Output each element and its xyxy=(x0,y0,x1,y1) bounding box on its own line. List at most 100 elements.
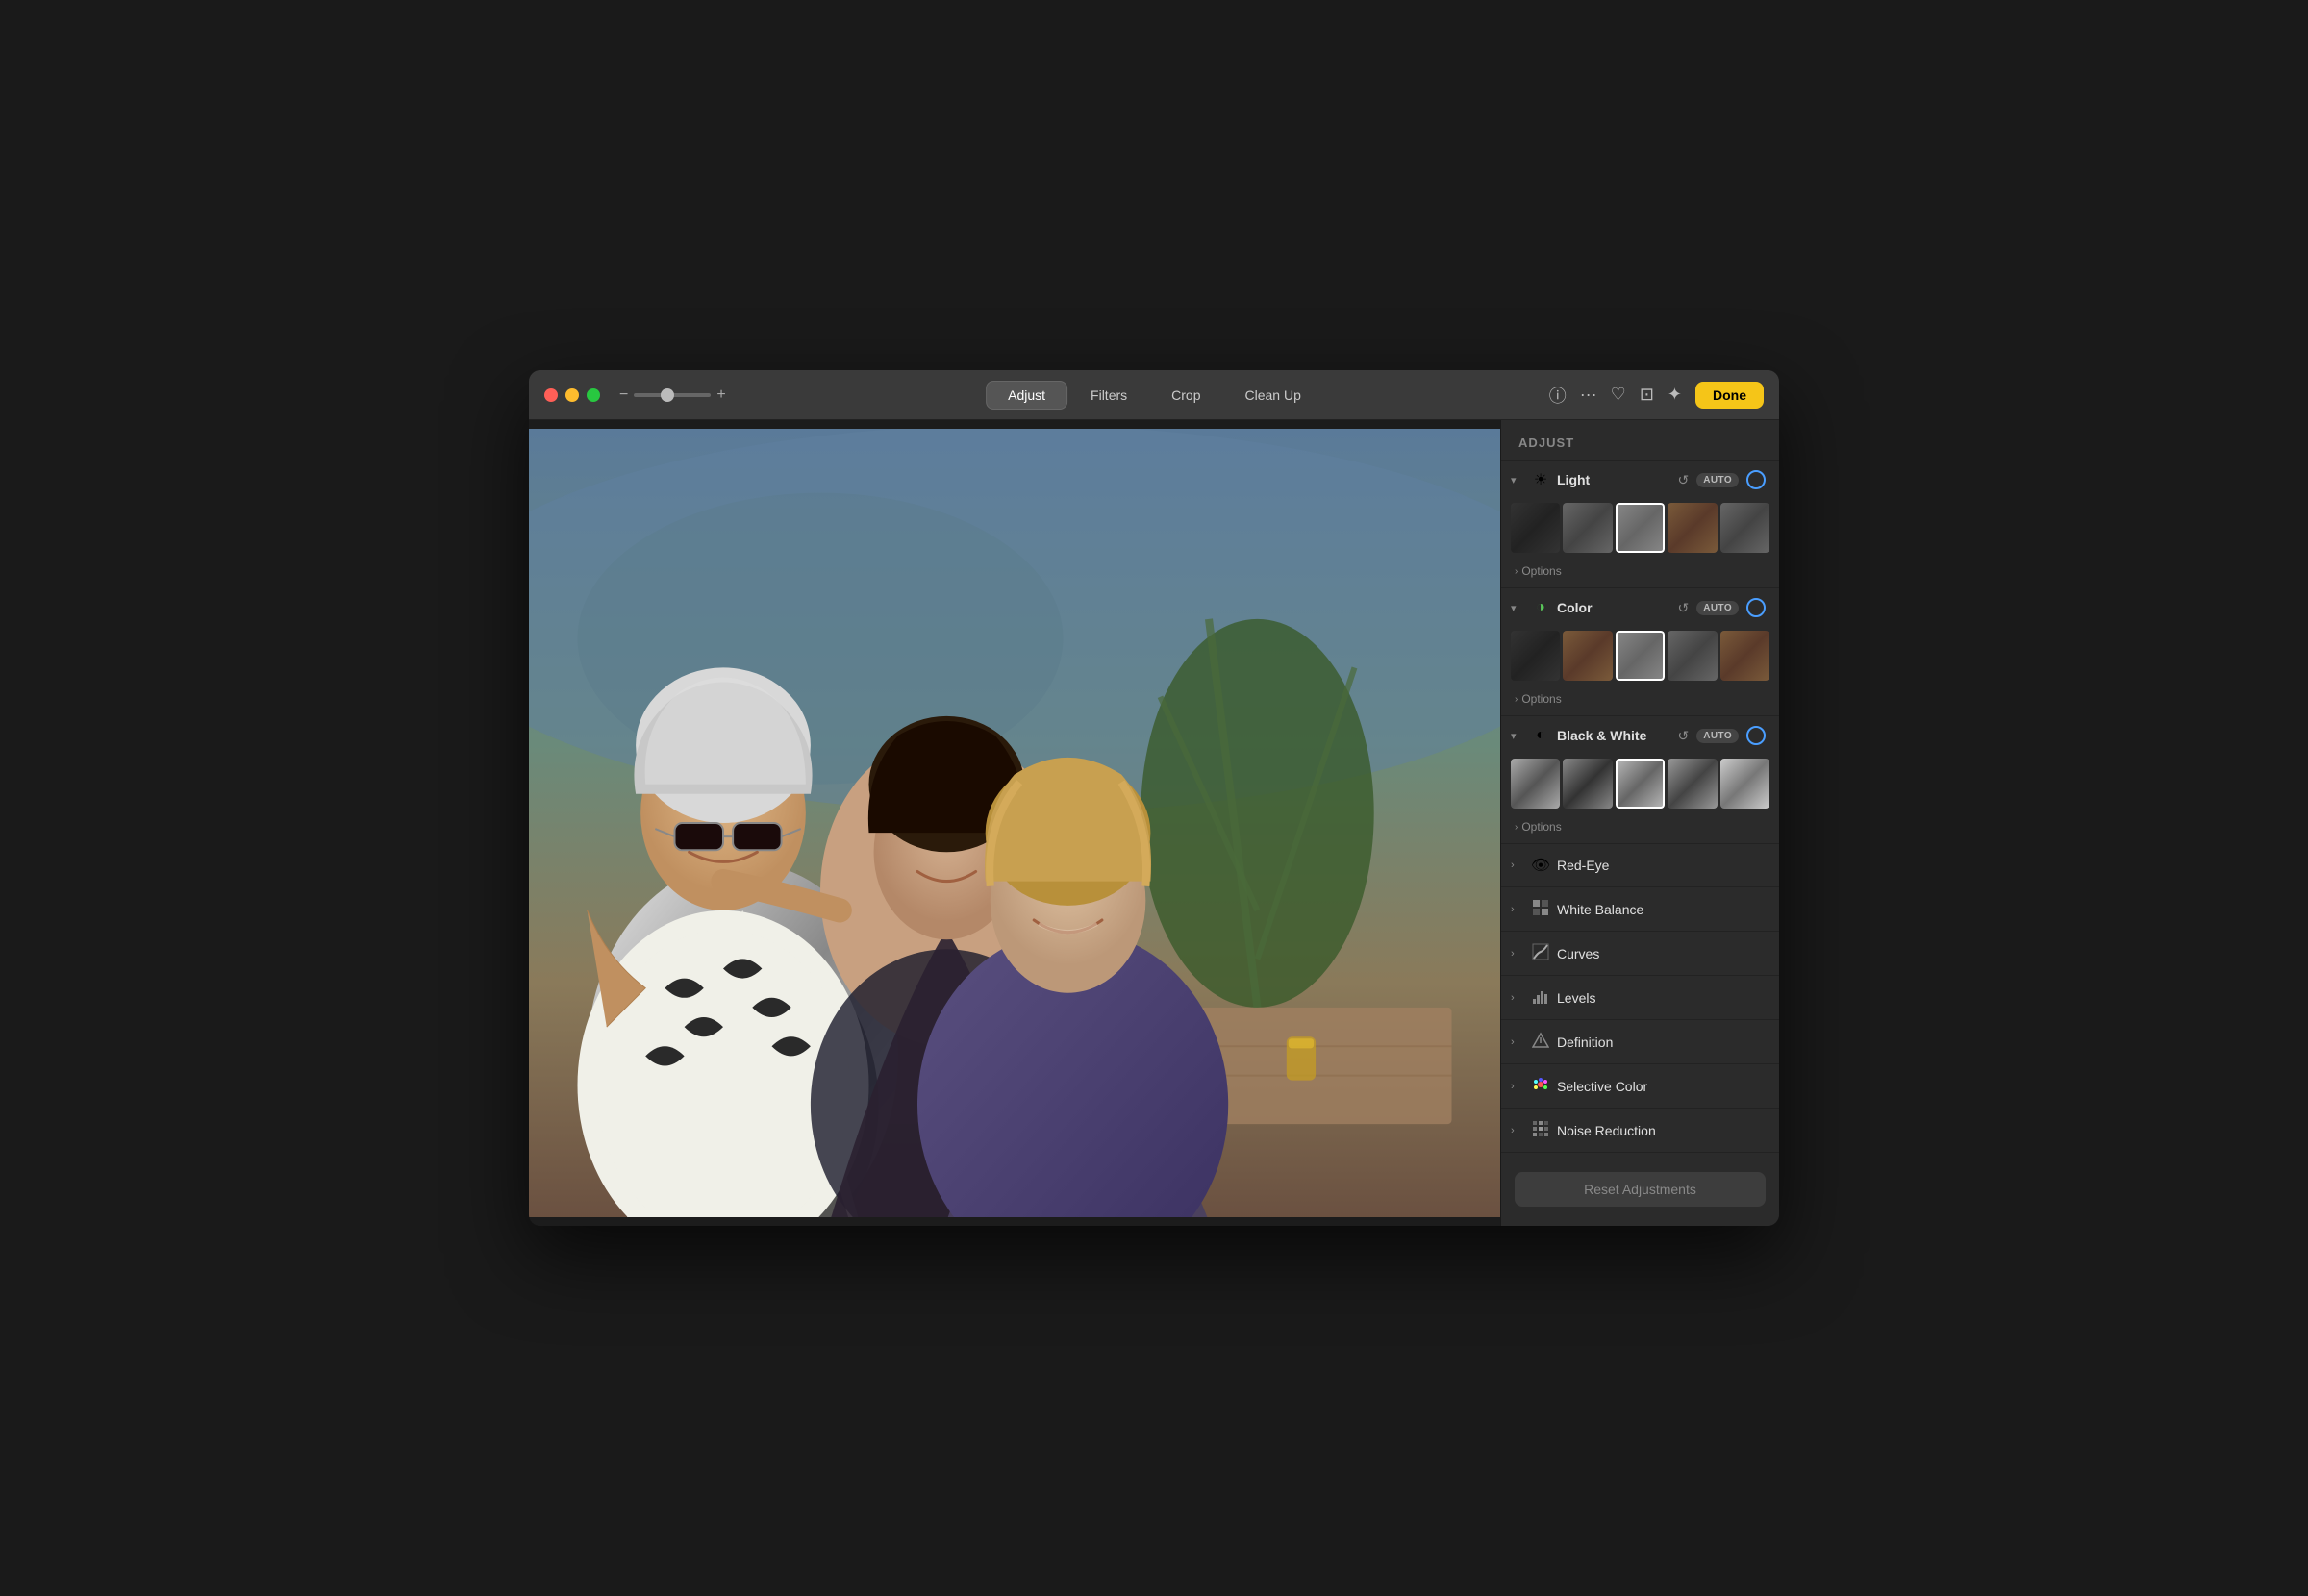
tab-cleanup[interactable]: Clean Up xyxy=(1224,381,1322,410)
noise-reduction-icon xyxy=(1530,1120,1551,1140)
light-options-label: › Options xyxy=(1515,564,1766,578)
light-thumb-1[interactable] xyxy=(1511,503,1560,553)
color-icon: ◑ xyxy=(1530,599,1551,616)
tab-group: Adjust Filters Crop Clean Up xyxy=(986,381,1322,410)
bw-thumb-1[interactable] xyxy=(1511,759,1560,809)
bw-section: ▾ ◐ Black & White ↺ AUTO xyxy=(1501,716,1779,844)
red-eye-icon: 👁 xyxy=(1530,856,1551,875)
color-section-header[interactable]: ▾ ◑ Color ↺ AUTO xyxy=(1501,588,1779,627)
light-section: ▾ ☀ Light ↺ AUTO xyxy=(1501,461,1779,588)
magic-wand-icon[interactable]: ✦ xyxy=(1668,385,1682,405)
selective-color-chevron-icon: › xyxy=(1511,1081,1524,1092)
light-thumb-5[interactable] xyxy=(1720,503,1769,553)
bw-thumb-4[interactable] xyxy=(1668,759,1717,809)
maximize-button[interactable] xyxy=(587,388,600,402)
toolbar-right: ⓘ ··· ♡ ⊡ ✦ Done xyxy=(1549,382,1764,409)
bw-auto-button[interactable]: AUTO xyxy=(1696,729,1739,743)
definition-section[interactable]: › Definition xyxy=(1501,1020,1779,1064)
light-thumb-3[interactable] xyxy=(1616,503,1665,553)
crop-icon[interactable]: ⊡ xyxy=(1640,385,1654,405)
bw-reset-icon[interactable]: ↺ xyxy=(1678,728,1690,744)
light-reset-icon[interactable]: ↺ xyxy=(1678,472,1690,488)
tab-filters[interactable]: Filters xyxy=(1069,381,1148,410)
more-icon[interactable]: ··· xyxy=(1580,385,1597,405)
bw-thumb-2[interactable] xyxy=(1563,759,1612,809)
bw-toggle[interactable] xyxy=(1746,726,1766,745)
bw-thumb-5[interactable] xyxy=(1720,759,1769,809)
selective-color-icon xyxy=(1530,1076,1551,1096)
red-eye-title: Red-Eye xyxy=(1557,858,1766,873)
color-reset-icon[interactable]: ↺ xyxy=(1678,600,1690,616)
tab-adjust[interactable]: Adjust xyxy=(986,381,1067,410)
color-auto-button[interactable]: AUTO xyxy=(1696,601,1739,615)
curves-title: Curves xyxy=(1557,946,1766,961)
light-title: Light xyxy=(1557,472,1672,487)
sidebar: ADJUST ▾ ☀ Light ↺ AUTO xyxy=(1500,420,1779,1226)
color-thumb-3[interactable] xyxy=(1616,631,1665,681)
curves-section[interactable]: › Curves xyxy=(1501,932,1779,976)
done-button[interactable]: Done xyxy=(1695,382,1764,409)
color-options-row[interactable]: › Options xyxy=(1501,688,1779,715)
definition-icon xyxy=(1530,1032,1551,1052)
bw-section-header[interactable]: ▾ ◐ Black & White ↺ AUTO xyxy=(1501,716,1779,755)
reset-adjustments-button[interactable]: Reset Adjustments xyxy=(1515,1172,1766,1207)
light-toggle[interactable] xyxy=(1746,470,1766,489)
light-thumb-4[interactable] xyxy=(1668,503,1717,553)
light-icon: ☀ xyxy=(1530,470,1551,489)
main-window: − + Adjust Filters Crop Clean Up ⓘ ··· ♡… xyxy=(529,370,1779,1226)
traffic-lights xyxy=(544,388,600,402)
light-section-header[interactable]: ▾ ☀ Light ↺ AUTO xyxy=(1501,461,1779,499)
light-auto-button[interactable]: AUTO xyxy=(1696,473,1739,487)
light-controls: ↺ AUTO xyxy=(1678,470,1766,489)
zoom-plus-icon[interactable]: + xyxy=(716,387,725,404)
bw-icon: ◐ xyxy=(1530,727,1551,744)
light-chevron-icon: ▾ xyxy=(1511,474,1524,486)
photo-svg xyxy=(529,429,1500,1217)
color-toggle[interactable] xyxy=(1746,598,1766,617)
noise-reduction-chevron-icon: › xyxy=(1511,1125,1524,1136)
selective-color-section[interactable]: › Selective Color xyxy=(1501,1064,1779,1109)
tab-crop[interactable]: Crop xyxy=(1150,381,1221,410)
white-balance-icon xyxy=(1530,899,1551,919)
bw-chevron-icon: ▾ xyxy=(1511,730,1524,742)
light-thumbnail-strip xyxy=(1501,499,1779,561)
zoom-slider[interactable] xyxy=(634,393,711,397)
options-chevron-icon: › xyxy=(1515,566,1518,577)
red-eye-section[interactable]: › 👁 Red-Eye xyxy=(1501,844,1779,887)
color-thumb-1[interactable] xyxy=(1511,631,1560,681)
noise-reduction-title: Noise Reduction xyxy=(1557,1123,1766,1138)
light-thumb-2[interactable] xyxy=(1563,503,1612,553)
zoom-minus-icon[interactable]: − xyxy=(619,387,628,404)
white-balance-chevron-icon: › xyxy=(1511,904,1524,915)
reset-container: Reset Adjustments xyxy=(1501,1153,1779,1226)
color-section: ▾ ◑ Color ↺ AUTO xyxy=(1501,588,1779,716)
light-options-row[interactable]: › Options xyxy=(1501,561,1779,587)
color-thumb-5[interactable] xyxy=(1720,631,1769,681)
bw-controls: ↺ AUTO xyxy=(1678,726,1766,745)
bw-options-row[interactable]: › Options xyxy=(1501,816,1779,843)
definition-chevron-icon: › xyxy=(1511,1036,1524,1048)
main-content: ADJUST ▾ ☀ Light ↺ AUTO xyxy=(529,420,1779,1226)
bw-options-label: › Options xyxy=(1515,820,1766,834)
curves-chevron-icon: › xyxy=(1511,948,1524,960)
color-title: Color xyxy=(1557,600,1672,615)
noise-reduction-section[interactable]: › Noise Reduction xyxy=(1501,1109,1779,1153)
photo-area xyxy=(529,420,1500,1226)
levels-section[interactable]: › Levels xyxy=(1501,976,1779,1020)
minimize-button[interactable] xyxy=(565,388,579,402)
red-eye-chevron-icon: › xyxy=(1511,860,1524,871)
favorite-icon[interactable]: ♡ xyxy=(1611,385,1626,405)
levels-chevron-icon: › xyxy=(1511,992,1524,1004)
color-thumb-4[interactable] xyxy=(1668,631,1717,681)
close-button[interactable] xyxy=(544,388,558,402)
levels-title: Levels xyxy=(1557,990,1766,1006)
bw-thumb-3[interactable] xyxy=(1616,759,1665,809)
color-chevron-icon: ▾ xyxy=(1511,602,1524,614)
color-options-chevron-icon: › xyxy=(1515,694,1518,705)
bw-title: Black & White xyxy=(1557,728,1672,743)
white-balance-section[interactable]: › White Balance xyxy=(1501,887,1779,932)
color-options-label: › Options xyxy=(1515,692,1766,706)
definition-title: Definition xyxy=(1557,1035,1766,1050)
info-icon[interactable]: ⓘ xyxy=(1549,383,1567,408)
color-thumb-2[interactable] xyxy=(1563,631,1612,681)
